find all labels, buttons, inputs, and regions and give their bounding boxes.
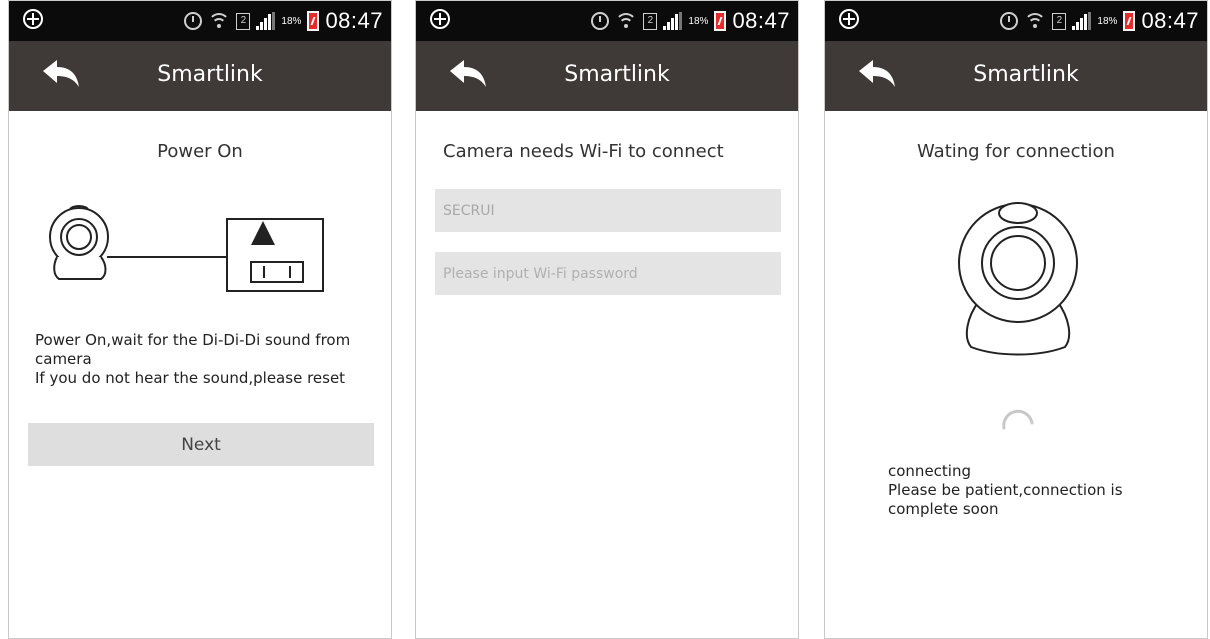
signal-icon [663, 12, 683, 30]
wifi-icon [208, 13, 231, 29]
battery-percent: 18% [1097, 15, 1118, 27]
alarm-icon [1000, 12, 1019, 30]
alarm-icon [591, 12, 610, 30]
connection-message: Please be patient,connection is complete… [888, 481, 1123, 518]
sim-icon: 2 [1052, 12, 1067, 30]
phone-screen-power-on: 2 18% 08:47 Smartlink Power On Power On,… [8, 0, 392, 639]
location-plus-icon [839, 9, 859, 29]
next-button[interactable]: Next [28, 423, 374, 466]
step-heading: Power On [157, 141, 243, 162]
instruction-line: If you do not hear the sound,please rese… [35, 369, 346, 387]
loading-spinner-icon [1002, 409, 1034, 430]
connection-status: connecting [888, 462, 971, 480]
signal-icon [1072, 12, 1092, 30]
nav-bar: Smartlink [9, 41, 391, 111]
wifi-ssid-field[interactable] [435, 189, 781, 232]
instruction-line: Power On,wait for the Di-Di-Di sound fro… [35, 331, 351, 368]
page-title: Smartlink [157, 62, 263, 87]
page-title: Smartlink [564, 62, 670, 87]
clock: 08:47 [732, 8, 790, 33]
battery-icon [307, 11, 320, 31]
status-bar: 2 18% 08:47 [416, 1, 798, 41]
clock: 08:47 [1141, 8, 1199, 33]
camera-illustration [958, 202, 1078, 356]
battery-icon [1123, 11, 1136, 31]
nav-bar: Smartlink [825, 41, 1207, 111]
clock: 08:47 [325, 8, 383, 33]
status-bar: 2 18% 08:47 [9, 1, 391, 41]
phone-screen-connecting: 2 18% 08:47 Smartlink Wating for connect… [824, 0, 1208, 639]
sim-icon: 2 [236, 12, 251, 30]
status-bar: 2 18% 08:47 [825, 1, 1207, 41]
camera-power-illustration [49, 205, 324, 292]
wifi-icon [1024, 13, 1047, 29]
battery-icon [714, 11, 727, 31]
page-title: Smartlink [973, 62, 1079, 87]
sim-icon: 2 [643, 12, 658, 30]
alarm-icon [184, 12, 203, 30]
wifi-icon [615, 13, 638, 29]
nav-bar: Smartlink [416, 41, 798, 111]
battery-percent: 18% [688, 15, 709, 27]
wifi-password-field[interactable] [435, 252, 781, 295]
phone-screen-wifi: 2 18% 08:47 Smartlink Camera needs Wi-Fi… [415, 0, 799, 639]
location-plus-icon [23, 9, 43, 29]
step-heading: Wating for connection [917, 141, 1115, 162]
signal-icon [256, 12, 276, 30]
location-plus-icon [430, 9, 450, 29]
step-heading: Camera needs Wi-Fi to connect [443, 141, 724, 162]
battery-percent: 18% [281, 15, 302, 27]
